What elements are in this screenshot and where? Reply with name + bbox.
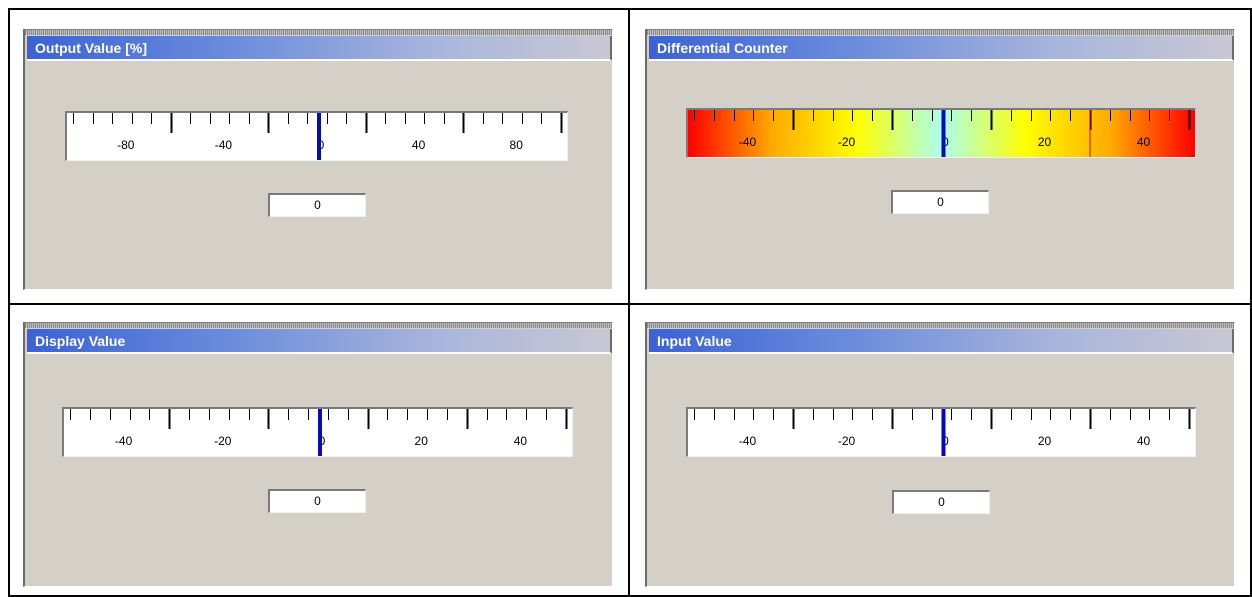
scale-label: -20 [838, 135, 856, 149]
panel-title-bar: Input Value [649, 329, 1234, 354]
scale-label: -20 [214, 434, 232, 448]
panel-top-edge [25, 323, 612, 328]
scale-label: 40 [1137, 434, 1151, 448]
value-display: 0 [892, 490, 990, 514]
value-display: 0 [891, 190, 989, 214]
value-pointer [941, 110, 946, 157]
output-value-panel: Output Value [%] -80-4004080 0 [23, 29, 613, 290]
table-border-top [8, 8, 1252, 10]
panel-title: Differential Counter [657, 40, 788, 56]
panel-top-edge [25, 30, 612, 35]
scale-gauge: -40-2002040 [686, 407, 1196, 457]
scale-graphic: -80-4004080 [73, 113, 563, 160]
differential-counter-panel: Differential Counter -40-2002040 0 [645, 29, 1235, 290]
panel-top-edge [647, 323, 1234, 328]
display-value-panel: Display Value -40-2002040 0 [23, 322, 613, 587]
value-pointer [941, 409, 946, 456]
scale-graphic: -40-2002040 [70, 409, 568, 456]
scale-label: 40 [1137, 135, 1151, 149]
panel-title: Output Value [%] [35, 40, 147, 56]
table-border-center [628, 8, 630, 597]
scale-label: -80 [117, 138, 135, 152]
input-value-panel: Input Value -40-2002040 0 [645, 322, 1235, 587]
value-display: 0 [268, 489, 366, 513]
scale-graphic: -40-2002040 [694, 409, 1191, 456]
table-border-left [8, 8, 10, 597]
scale-label: 40 [514, 434, 528, 448]
scale-label: -20 [838, 434, 856, 448]
scale-gauge: -40-2002040 [686, 108, 1196, 158]
panel-title-bar: Differential Counter [649, 36, 1234, 61]
scale-gauge: -40-2002040 [62, 407, 573, 457]
panel-title: Display Value [35, 333, 126, 349]
panel-title-bar: Output Value [%] [27, 36, 612, 61]
value-pointer [317, 113, 321, 160]
scale-label: -40 [115, 434, 133, 448]
scale-label: 40 [412, 138, 426, 152]
scale-label: 20 [1038, 135, 1052, 149]
scale-label: -40 [739, 434, 757, 448]
scale-label: 20 [1038, 434, 1052, 448]
scale-graphic: -40-2002040 [688, 110, 1195, 157]
scale-label: -40 [215, 138, 233, 152]
value-display: 0 [268, 193, 366, 217]
value-pointer [318, 409, 322, 456]
scale-label: 80 [510, 138, 524, 152]
table-border-middle [8, 303, 1252, 305]
panel-top-edge [647, 30, 1234, 35]
scale-label: -40 [739, 135, 757, 149]
scale-gauge: -80-4004080 [65, 111, 568, 161]
scale-label: 20 [415, 434, 429, 448]
panel-title-bar: Display Value [27, 329, 612, 354]
panel-title: Input Value [657, 333, 732, 349]
